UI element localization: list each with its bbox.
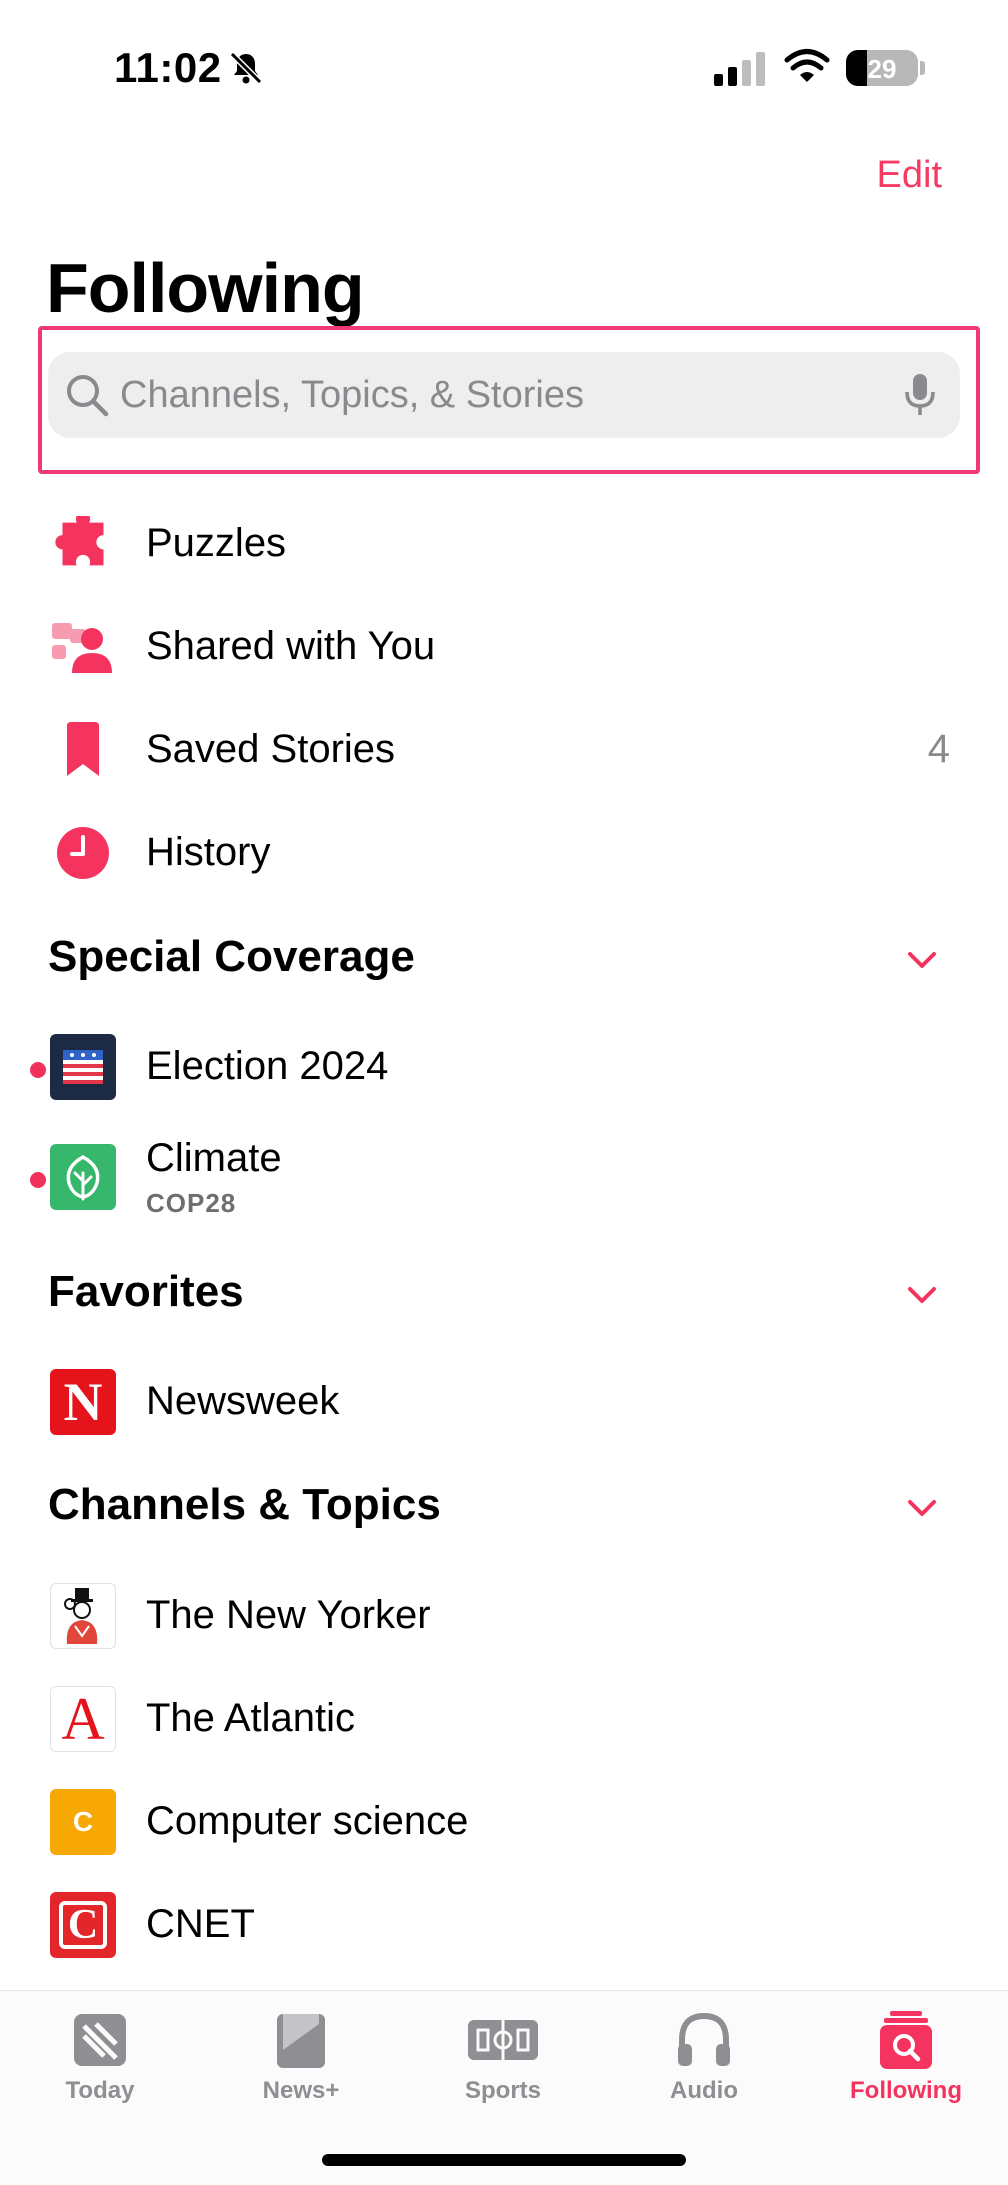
puzzles-label: Puzzles (146, 521, 287, 565)
special-coverage-header[interactable]: Special Coverage (0, 922, 1008, 1002)
tab-today-label: Today (65, 2077, 135, 2104)
newsweek-logo-letter: N (63, 1372, 103, 1432)
newsweek-logo: N (50, 1369, 116, 1435)
tab-news-plus-label: News+ (262, 2077, 340, 2104)
atlantic-logo: A (50, 1686, 116, 1752)
favorites-title: Favorites (48, 1267, 244, 1316)
tab-sports-label: Sports (464, 2077, 541, 2104)
computer-science-label: Computer science (146, 1799, 469, 1843)
clock-icon (50, 820, 116, 886)
computer-science-row[interactable]: C Computer science (0, 1771, 1008, 1871)
computer-science-logo-letter: C (72, 1806, 94, 1837)
following-search-icon (869, 2007, 943, 2073)
page-title: Following (46, 249, 365, 327)
cnet-logo-letter: C (67, 1902, 99, 1948)
new-yorker-logo (50, 1583, 116, 1649)
atlantic-row[interactable]: A The Atlantic (0, 1668, 1008, 1768)
puzzle-icon (50, 511, 116, 577)
battery-indicator: 29 (846, 50, 918, 86)
chevron-down-icon[interactable] (904, 1494, 940, 1524)
tab-audio[interactable]: Audio (624, 2007, 784, 2117)
edit-button[interactable]: Edit (877, 154, 942, 197)
search-bar[interactable] (48, 352, 960, 438)
history-label: History (146, 830, 271, 874)
history-row[interactable]: History (0, 802, 1008, 902)
headphones-icon (667, 2007, 741, 2073)
home-indicator[interactable] (322, 2154, 686, 2166)
saved-stories-count: 4 (927, 727, 950, 771)
tab-following[interactable]: Following (826, 2007, 986, 2117)
cellular-signal-icon (714, 52, 765, 86)
wifi-icon (784, 49, 830, 82)
tab-audio-label: Audio (670, 2077, 738, 2104)
shared-people-icon (50, 614, 116, 680)
search-icon (67, 375, 109, 417)
bell-slash-icon (229, 51, 263, 85)
cnet-label: CNET (146, 1902, 255, 1946)
new-yorker-row[interactable]: The New Yorker (0, 1565, 1008, 1665)
bookmark-icon (50, 717, 116, 783)
cnet-logo: C (50, 1892, 116, 1958)
tab-following-label: Following (850, 2077, 962, 2104)
shared-with-you-label: Shared with You (146, 624, 436, 668)
tab-sports[interactable]: Sports (423, 2007, 583, 2117)
channels-topics-title: Channels & Topics (48, 1480, 441, 1529)
leaf-icon (50, 1144, 116, 1210)
newsplus-icon (264, 2007, 338, 2073)
status-time: 11:02 (114, 44, 222, 91)
chevron-down-icon[interactable] (904, 1281, 940, 1311)
unread-dot (30, 1062, 46, 1078)
chevron-down-icon[interactable] (904, 946, 940, 976)
tab-today[interactable]: Today (20, 2007, 180, 2117)
special-coverage-title: Special Coverage (48, 932, 415, 981)
favorites-header[interactable]: Favorites (0, 1257, 1008, 1337)
cnet-row[interactable]: C CNET (0, 1874, 1008, 1974)
computer-science-logo: C (50, 1789, 116, 1855)
atlantic-logo-letter: A (61, 1686, 105, 1752)
climate-row[interactable]: Climate COP28 (0, 1126, 1008, 1246)
unread-dot (30, 1172, 46, 1188)
battery-percent: 29 (867, 54, 897, 84)
microphone-icon[interactable] (900, 372, 940, 418)
newsweek-row[interactable]: N Newsweek (0, 1351, 1008, 1451)
tab-news-plus[interactable]: News+ (221, 2007, 381, 2117)
election-2024-label: Election 2024 (146, 1044, 389, 1088)
saved-stories-row[interactable]: Saved Stories 4 (0, 699, 1008, 799)
climate-label: Climate (146, 1136, 282, 1180)
shared-with-you-row[interactable]: Shared with You (0, 596, 1008, 696)
sports-field-icon (466, 2007, 540, 2073)
saved-stories-label: Saved Stories (146, 727, 396, 771)
election-flag-icon (50, 1034, 116, 1100)
search-input[interactable] (120, 366, 880, 424)
news-icon (63, 2007, 137, 2073)
atlantic-label: The Atlantic (146, 1696, 356, 1740)
battery-tip (920, 61, 925, 75)
new-yorker-label: The New Yorker (146, 1593, 431, 1637)
climate-sublabel: COP28 (146, 1188, 237, 1218)
status-bar: 11:02 29 (0, 0, 1008, 130)
election-2024-row[interactable]: Election 2024 (0, 1016, 1008, 1116)
channels-topics-header[interactable]: Channels & Topics (0, 1470, 1008, 1550)
newsweek-label: Newsweek (146, 1379, 340, 1423)
puzzles-row[interactable]: Puzzles (0, 493, 1008, 593)
